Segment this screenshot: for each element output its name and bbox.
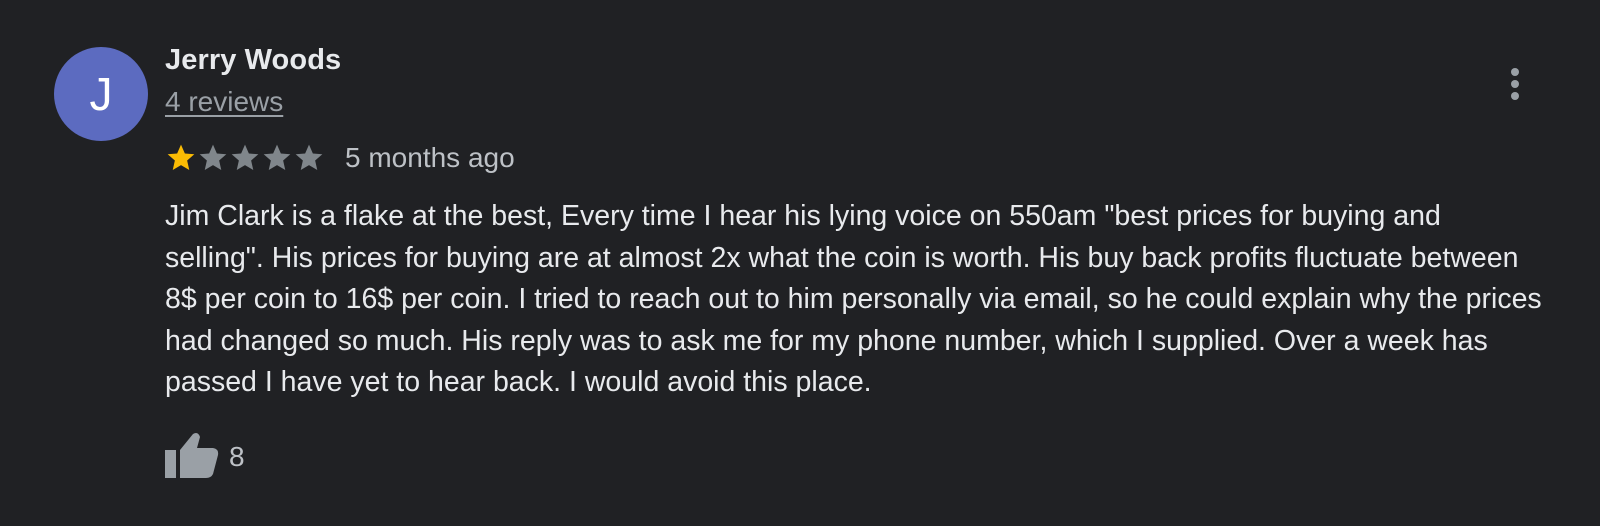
star-empty-icon xyxy=(263,144,291,170)
more-options-button[interactable] xyxy=(1500,66,1530,106)
review-card: J Jerry Woods 4 reviews 5 months ago Jim… xyxy=(0,0,1600,526)
review-time: 5 months ago xyxy=(345,142,515,173)
more-vert-icon xyxy=(1511,68,1519,100)
like-row: 8 xyxy=(165,432,245,482)
star-filled-icon xyxy=(167,144,195,170)
star-empty-icon xyxy=(295,144,323,170)
star-empty-icon xyxy=(231,144,259,170)
thumb-up-icon xyxy=(165,433,219,478)
star-empty-icon xyxy=(199,144,227,170)
like-button[interactable] xyxy=(165,432,221,482)
star-rating xyxy=(165,142,325,174)
avatar[interactable]: J xyxy=(54,47,148,141)
like-count: 8 xyxy=(229,441,245,472)
author-name[interactable]: Jerry Woods xyxy=(165,44,341,77)
review-text: Jim Clark is a flake at the best, Every … xyxy=(165,200,1542,398)
rating-row: 5 months ago xyxy=(165,140,515,176)
reviews-count-link[interactable]: 4 reviews xyxy=(165,86,283,118)
